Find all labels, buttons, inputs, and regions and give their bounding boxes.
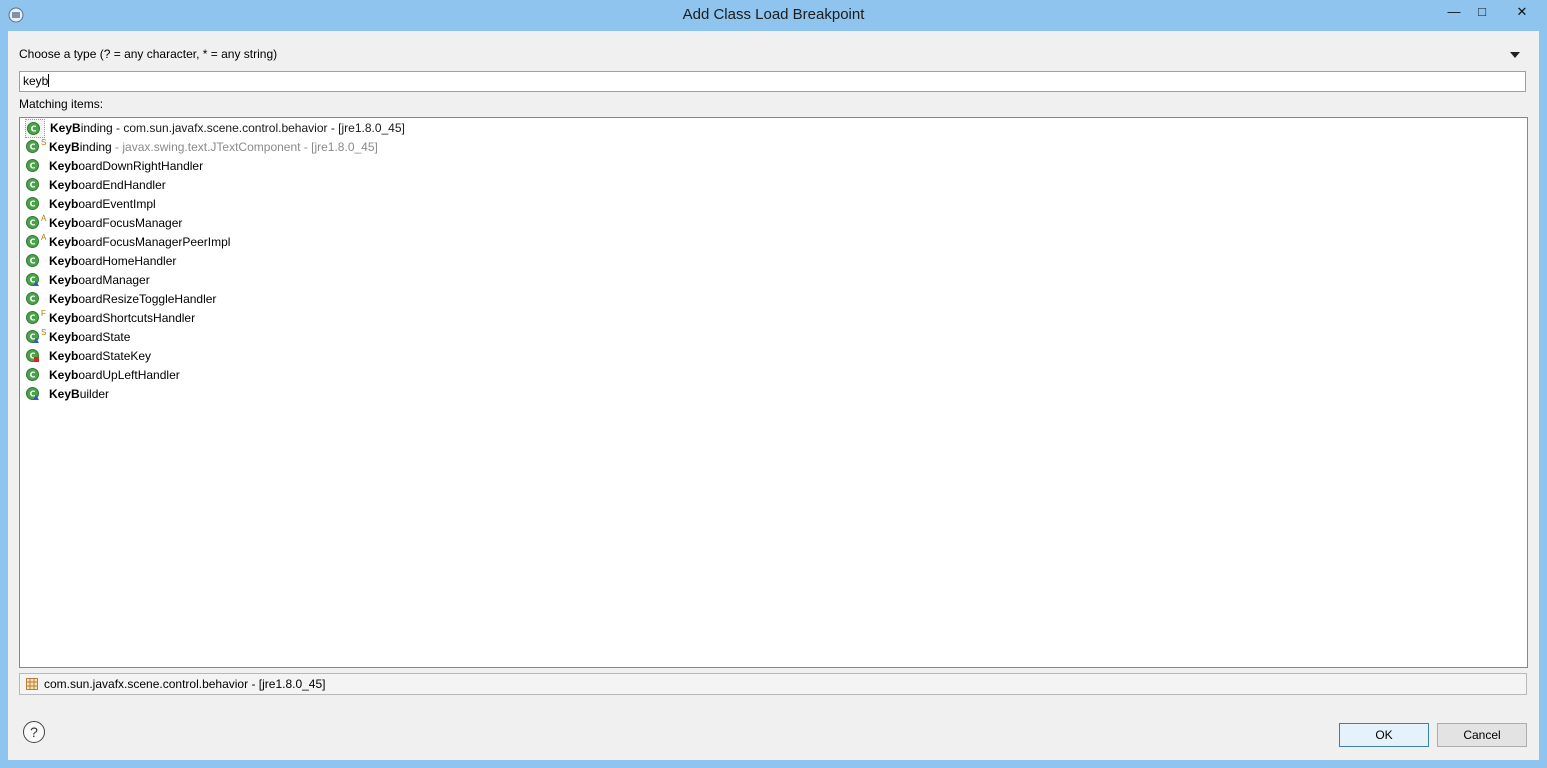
class-default-icon: C <box>26 273 39 286</box>
name-remainder: inding <box>80 121 113 135</box>
selected-package-status: com.sun.javafx.scene.control.behavior - … <box>19 673 1527 695</box>
class-icon: C <box>26 235 39 248</box>
name-remainder: oardManager <box>78 273 150 287</box>
matched-prefix: Keyb <box>49 311 79 325</box>
type-name: KeyboardHomeHandler <box>49 252 176 271</box>
matched-prefix: Keyb <box>49 368 79 382</box>
svg-text:C: C <box>30 371 36 380</box>
name-remainder: oardResizeToggleHandler <box>78 292 217 306</box>
name-remainder: inding <box>79 140 112 154</box>
type-name: KeyboardFocusManagerPeerImpl <box>49 233 230 252</box>
type-name: KeyBuilder <box>49 385 109 404</box>
view-menu-arrow-icon[interactable] <box>1510 52 1520 58</box>
package-icon <box>26 678 38 690</box>
class-icon: C <box>26 311 39 324</box>
matched-prefix: Keyb <box>49 178 79 192</box>
type-name: KeyboardState <box>49 328 130 347</box>
name-remainder: oardFocusManagerPeerImpl <box>78 235 231 249</box>
svg-text:C: C <box>30 314 36 323</box>
name-remainder: oardUpLeftHandler <box>78 368 180 382</box>
class-icon: C <box>27 122 40 135</box>
svg-text:C: C <box>30 200 36 209</box>
class-default-icon: C <box>26 330 39 343</box>
class-icon: C <box>26 178 39 191</box>
class-icon: C <box>26 254 39 267</box>
dialog-body: Choose a type (? = any character, * = an… <box>8 31 1539 760</box>
name-remainder: oardEndHandler <box>78 178 166 192</box>
svg-text:C: C <box>30 181 36 190</box>
class-icon: C <box>26 197 39 210</box>
name-remainder: uilder <box>79 387 110 401</box>
type-qualifier: - javax.swing.text.JTextComponent - [jre… <box>111 140 378 154</box>
class-icon: C <box>26 292 39 305</box>
type-name: KeyboardUpLeftHandler <box>49 366 180 385</box>
class-icon: C <box>26 368 39 381</box>
modifier-overlay: S <box>41 328 47 337</box>
matched-prefix: Keyb <box>49 197 79 211</box>
matched-prefix: Keyb <box>49 349 79 363</box>
svg-text:C: C <box>30 238 36 247</box>
type-name: KeyboardEndHandler <box>49 176 166 195</box>
matching-items-list[interactable]: C KeyBinding - com.sun.javafx.scene.contr… <box>19 117 1528 668</box>
svg-text:C: C <box>31 125 37 134</box>
cancel-button[interactable]: Cancel <box>1437 723 1527 747</box>
modifier-overlay: S <box>41 138 47 147</box>
name-remainder: oardFocusManager <box>78 216 183 230</box>
type-qualifier: - com.sun.javafx.scene.control.behavior … <box>112 121 405 135</box>
class-default-icon: C <box>26 387 39 400</box>
name-remainder: oardStateKey <box>78 349 152 363</box>
help-icon[interactable]: ? <box>23 721 45 743</box>
matched-prefix: Keyb <box>49 273 79 287</box>
matched-prefix: Keyb <box>49 330 79 344</box>
svg-text:C: C <box>30 162 36 171</box>
class-private-icon: C <box>26 349 39 362</box>
package-text: com.sun.javafx.scene.control.behavior - … <box>44 677 326 691</box>
name-remainder: oardShortcutsHandler <box>78 311 196 325</box>
matched-prefix: KeyB <box>49 140 80 154</box>
title-bar: Add Class Load Breakpoint — □ ✕ <box>0 0 1547 31</box>
matched-prefix: Keyb <box>49 254 79 268</box>
window-title: Add Class Load Breakpoint <box>682 6 865 23</box>
matched-prefix: Keyb <box>49 159 79 173</box>
type-name: KeyboardResizeToggleHandler <box>49 290 216 309</box>
matched-prefix: Keyb <box>49 235 79 249</box>
type-name: KeyboardManager <box>49 271 150 290</box>
svg-text:C: C <box>30 295 36 304</box>
svg-text:C: C <box>30 257 36 266</box>
matched-prefix: KeyB <box>49 387 80 401</box>
type-name: KeyboardFocusManager <box>49 214 182 233</box>
name-remainder: oardState <box>78 330 131 344</box>
name-remainder: oardDownRightHandler <box>78 159 204 173</box>
type-name: KeyBinding - com.sun.javafx.scene.contro… <box>50 120 405 137</box>
matched-prefix: KeyB <box>50 121 81 135</box>
matched-prefix: Keyb <box>49 292 79 306</box>
close-button[interactable]: ✕ <box>1505 0 1539 24</box>
modifier-overlay: F <box>41 309 46 318</box>
text-caret <box>48 74 50 87</box>
class-icon: C <box>26 140 39 153</box>
type-name: KeyboardStateKey <box>49 347 151 366</box>
type-filter-input[interactable]: keyb <box>19 71 1526 92</box>
svg-text:C: C <box>30 143 36 152</box>
matched-prefix: Keyb <box>49 216 79 230</box>
name-remainder: oardHomeHandler <box>78 254 177 268</box>
modifier-overlay: A <box>41 233 47 242</box>
modifier-overlay: A <box>41 214 47 223</box>
maximize-button[interactable]: □ <box>1465 0 1499 24</box>
ok-button[interactable]: OK <box>1339 723 1429 747</box>
class-icon: C <box>26 159 39 172</box>
type-name: KeyboardEventImpl <box>49 195 156 214</box>
svg-text:C: C <box>30 219 36 228</box>
filter-value: keyb <box>23 74 49 88</box>
matching-items-label: Matching items: <box>19 97 104 111</box>
name-remainder: oardEventImpl <box>78 197 156 211</box>
class-icon: C <box>26 216 39 229</box>
type-name: KeyBinding - javax.swing.text.JTextCompo… <box>49 138 378 157</box>
type-name: KeyboardDownRightHandler <box>49 157 203 176</box>
type-name: KeyboardShortcutsHandler <box>49 309 195 328</box>
type-prompt-label: Choose a type (? = any character, * = an… <box>19 47 278 61</box>
